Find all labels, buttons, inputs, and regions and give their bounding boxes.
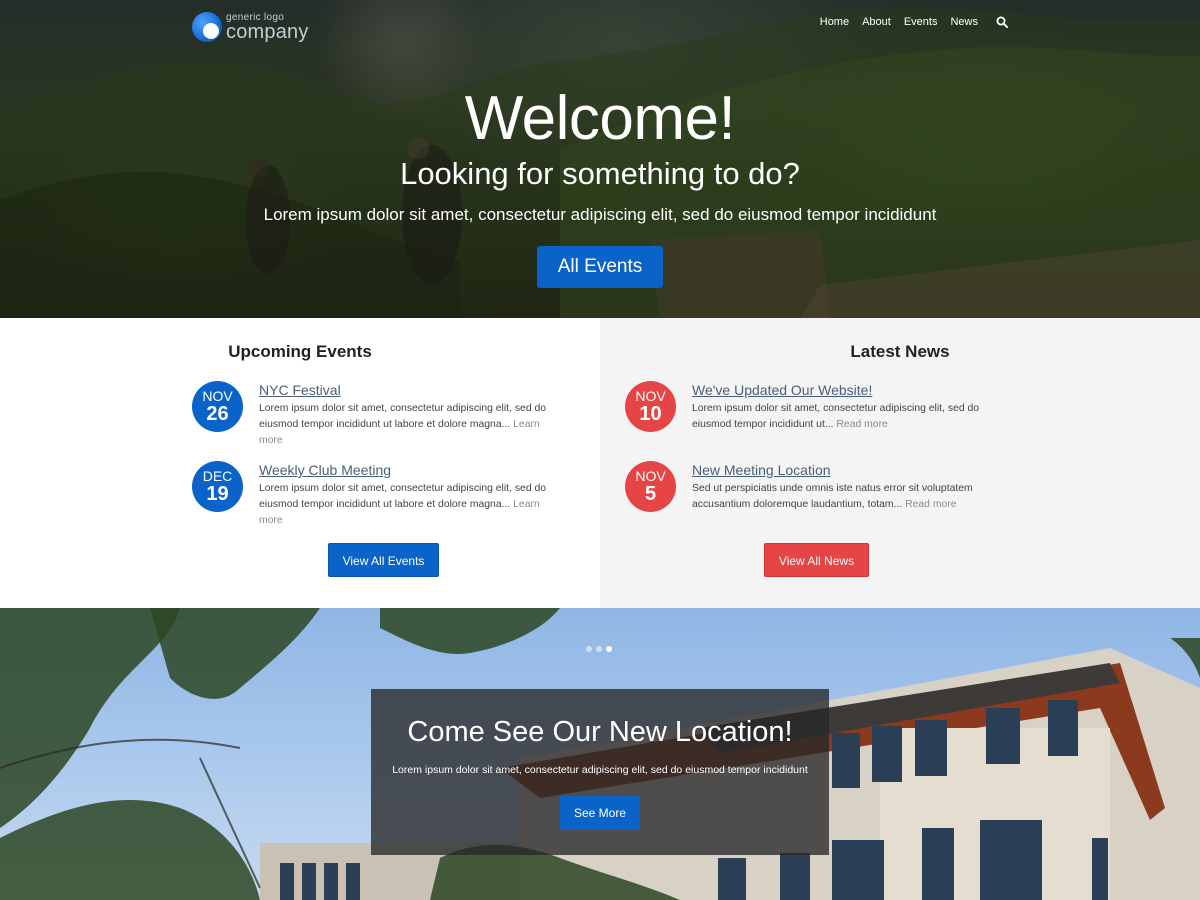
nav-link-home[interactable]: Home	[820, 16, 849, 28]
event-description: Lorem ipsum dolor sit amet, consectetur …	[259, 401, 559, 449]
nav-link-events[interactable]: Events	[904, 16, 938, 28]
logo-big-text: company	[226, 20, 309, 43]
hero-content: Welcome! Looking for something to do? Lo…	[0, 84, 1200, 288]
hero-title: Welcome!	[464, 84, 736, 153]
news-day: 10	[639, 402, 662, 425]
news-title-link[interactable]: We've Updated Our Website!	[692, 381, 872, 399]
hero-subtitle: Looking for something to do?	[400, 156, 800, 191]
slider-dots	[586, 646, 616, 652]
news-title-link[interactable]: New Meeting Location	[692, 461, 831, 479]
view-all-events-button[interactable]: View All Events	[328, 543, 439, 577]
event-month: DEC	[202, 467, 233, 484]
slider-dot-active[interactable]	[606, 646, 612, 652]
news-month: NOV	[635, 387, 666, 404]
upcoming-events-panel: Upcoming Events NOV 26 NYC Festival Lore…	[0, 318, 600, 608]
location-slider: Come See Our New Location! Lorem ipsum d…	[0, 608, 1200, 900]
event-excerpt: Lorem ipsum dolor sit amet, consectetur …	[259, 483, 547, 510]
hero-section: generic logo company Home About Events N…	[0, 0, 1200, 318]
logo-text: generic logo company	[226, 12, 309, 43]
news-description: Sed ut perspiciatis unde omnis iste natu…	[692, 481, 992, 513]
upcoming-events-heading: Upcoming Events	[228, 342, 372, 361]
slide-caption: Come See Our New Location! Lorem ipsum d…	[371, 689, 829, 855]
nav-link-news[interactable]: News	[950, 16, 978, 28]
news-item: NOV 10 We've Updated Our Website! Lorem …	[625, 381, 992, 433]
logo[interactable]: generic logo company	[192, 12, 309, 42]
event-title-link[interactable]: Weekly Club Meeting	[259, 461, 391, 479]
event-item: DEC 19 Weekly Club Meeting Lorem ipsum d…	[192, 461, 559, 529]
event-body: NYC Festival Lorem ipsum dolor sit amet,…	[259, 381, 559, 449]
slider-dot[interactable]	[586, 646, 592, 652]
logo-icon	[192, 12, 222, 42]
slider-dot[interactable]	[596, 646, 602, 652]
event-body: Weekly Club Meeting Lorem ipsum dolor si…	[259, 461, 559, 529]
nav-links: Home About Events News	[807, 16, 1008, 28]
news-date-badge: NOV 10	[625, 381, 676, 432]
latest-news-heading: Latest News	[850, 342, 950, 361]
news-item: NOV 5 New Meeting Location Sed ut perspi…	[625, 461, 992, 513]
slide-title: Come See Our New Location!	[407, 716, 793, 748]
search-icon[interactable]	[996, 16, 1008, 28]
news-month: NOV	[635, 467, 666, 484]
read-more-link[interactable]: Read more	[905, 499, 956, 510]
news-body: We've Updated Our Website! Lorem ipsum d…	[692, 381, 992, 433]
hero-lead-text: Lorem ipsum dolor sit amet, consectetur …	[263, 205, 937, 224]
see-more-button[interactable]: See More	[560, 796, 640, 830]
news-day: 5	[644, 482, 657, 505]
event-item: NOV 26 NYC Festival Lorem ipsum dolor si…	[192, 381, 559, 449]
slide-text: Lorem ipsum dolor sit amet, consectetur …	[392, 764, 808, 776]
all-events-button[interactable]: All Events	[537, 246, 663, 288]
news-description: Lorem ipsum dolor sit amet, consectetur …	[692, 401, 992, 433]
news-date-badge: NOV 5	[625, 461, 676, 512]
event-month: NOV	[202, 387, 233, 404]
event-day: 19	[206, 482, 229, 505]
news-body: New Meeting Location Sed ut perspiciatis…	[692, 461, 992, 513]
latest-news-panel: Latest News NOV 10 We've Updated Our Web…	[600, 318, 1200, 608]
event-title-link[interactable]: NYC Festival	[259, 381, 341, 399]
navbar: generic logo company Home About Events N…	[0, 0, 1200, 60]
event-date-badge: DEC 19	[192, 461, 243, 512]
read-more-link[interactable]: Read more	[836, 419, 887, 430]
events-news-section: Upcoming Events NOV 26 NYC Festival Lore…	[0, 318, 1200, 608]
view-all-news-button[interactable]: View All News	[764, 543, 869, 577]
event-excerpt: Lorem ipsum dolor sit amet, consectetur …	[259, 403, 547, 430]
nav-link-about[interactable]: About	[862, 16, 891, 28]
event-date-badge: NOV 26	[192, 381, 243, 432]
event-day: 26	[206, 402, 229, 425]
event-description: Lorem ipsum dolor sit amet, consectetur …	[259, 481, 559, 529]
